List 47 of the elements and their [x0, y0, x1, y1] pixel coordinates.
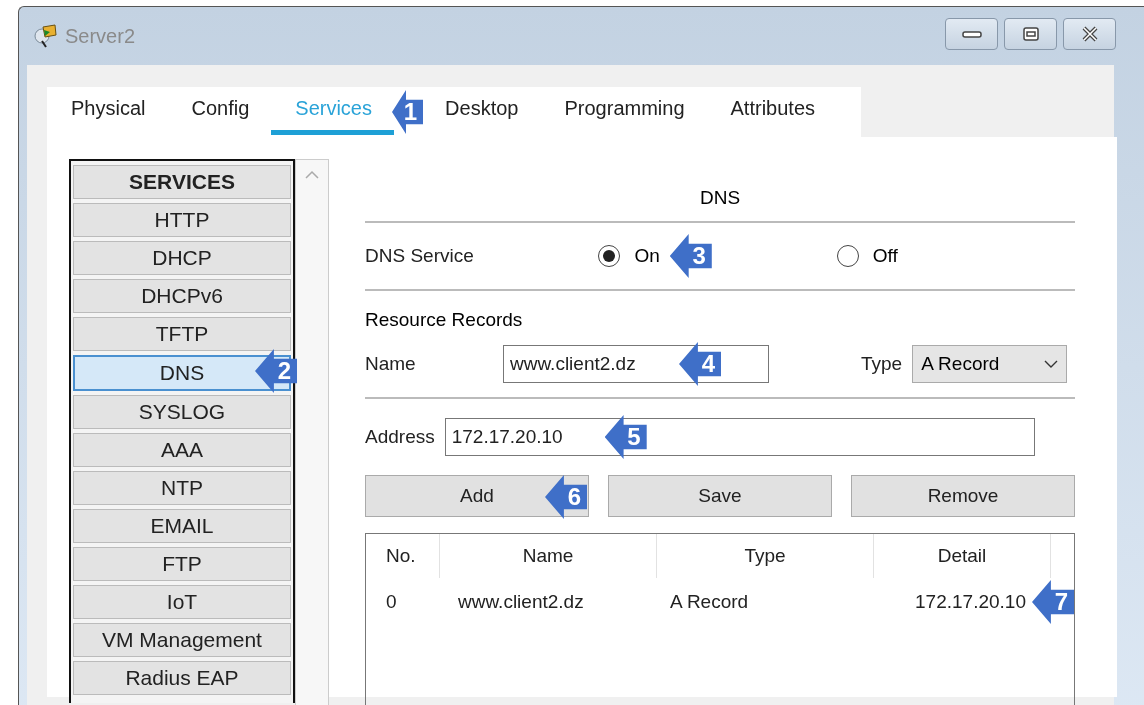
- table-cell-text: 0: [385, 590, 398, 614]
- maximize-button[interactable]: [1004, 18, 1057, 50]
- tab[interactable]: Attributes: [730, 89, 815, 135]
- service-item[interactable]: TFTP: [73, 317, 291, 351]
- type-dropdown[interactable]: A Record: [912, 345, 1068, 383]
- minimize-button[interactable]: [945, 18, 998, 50]
- server-icon: [33, 23, 59, 49]
- action-button[interactable]: Remove: [851, 475, 1075, 517]
- tab[interactable]: Config: [191, 89, 250, 135]
- service-item[interactable]: AAA: [73, 433, 291, 467]
- service-item[interactable]: FTP: [73, 547, 291, 581]
- close-button[interactable]: [1063, 18, 1116, 50]
- service-item[interactable]: VM Management: [73, 623, 291, 657]
- service-item[interactable]: EMAIL: [73, 509, 291, 543]
- field-label: Address: [365, 426, 435, 448]
- maximize-icon: [1022, 27, 1039, 41]
- tab[interactable]: Programming: [564, 89, 685, 135]
- service-item[interactable]: NTP: [73, 471, 291, 505]
- service-item[interactable]: HTTP: [73, 203, 291, 237]
- section-label: Resource Records: [365, 308, 524, 331]
- service-item[interactable]: IoT: [73, 585, 291, 619]
- table-cell-text: www.client2.dz: [457, 590, 585, 614]
- scrollbar[interactable]: [295, 159, 329, 705]
- table-cell-text: 172.17.20.10: [914, 590, 1026, 614]
- radio-label: On: [634, 245, 660, 267]
- action-button[interactable]: Save: [608, 475, 832, 517]
- window-title: Server2: [65, 24, 136, 48]
- tab[interactable]: Desktop: [445, 89, 519, 135]
- radio-label: Off: [872, 245, 898, 267]
- column-header: Type: [657, 534, 874, 578]
- field-label: DNS Service: [365, 245, 475, 267]
- service-item[interactable]: DHCP: [73, 241, 291, 275]
- chevron-down-icon: [1044, 360, 1059, 368]
- column-header: Detail: [874, 534, 1051, 578]
- column-header: Name: [440, 534, 657, 578]
- list-header: SERVICES: [73, 165, 291, 199]
- tab[interactable]: Physical: [71, 89, 146, 135]
- service-item[interactable]: SYSLOG: [73, 395, 291, 429]
- table-cell-text: A Record: [669, 590, 750, 614]
- field-label: Type: [861, 353, 903, 375]
- scroll-up-icon: [305, 170, 319, 179]
- service-item[interactable]: DHCPv6: [73, 279, 291, 313]
- column-header: No.: [366, 534, 440, 578]
- service-item[interactable]: Radius EAP: [73, 661, 291, 695]
- field-label: Name: [365, 353, 417, 375]
- minimize-icon: [960, 29, 983, 39]
- section-title: DNS: [698, 186, 742, 210]
